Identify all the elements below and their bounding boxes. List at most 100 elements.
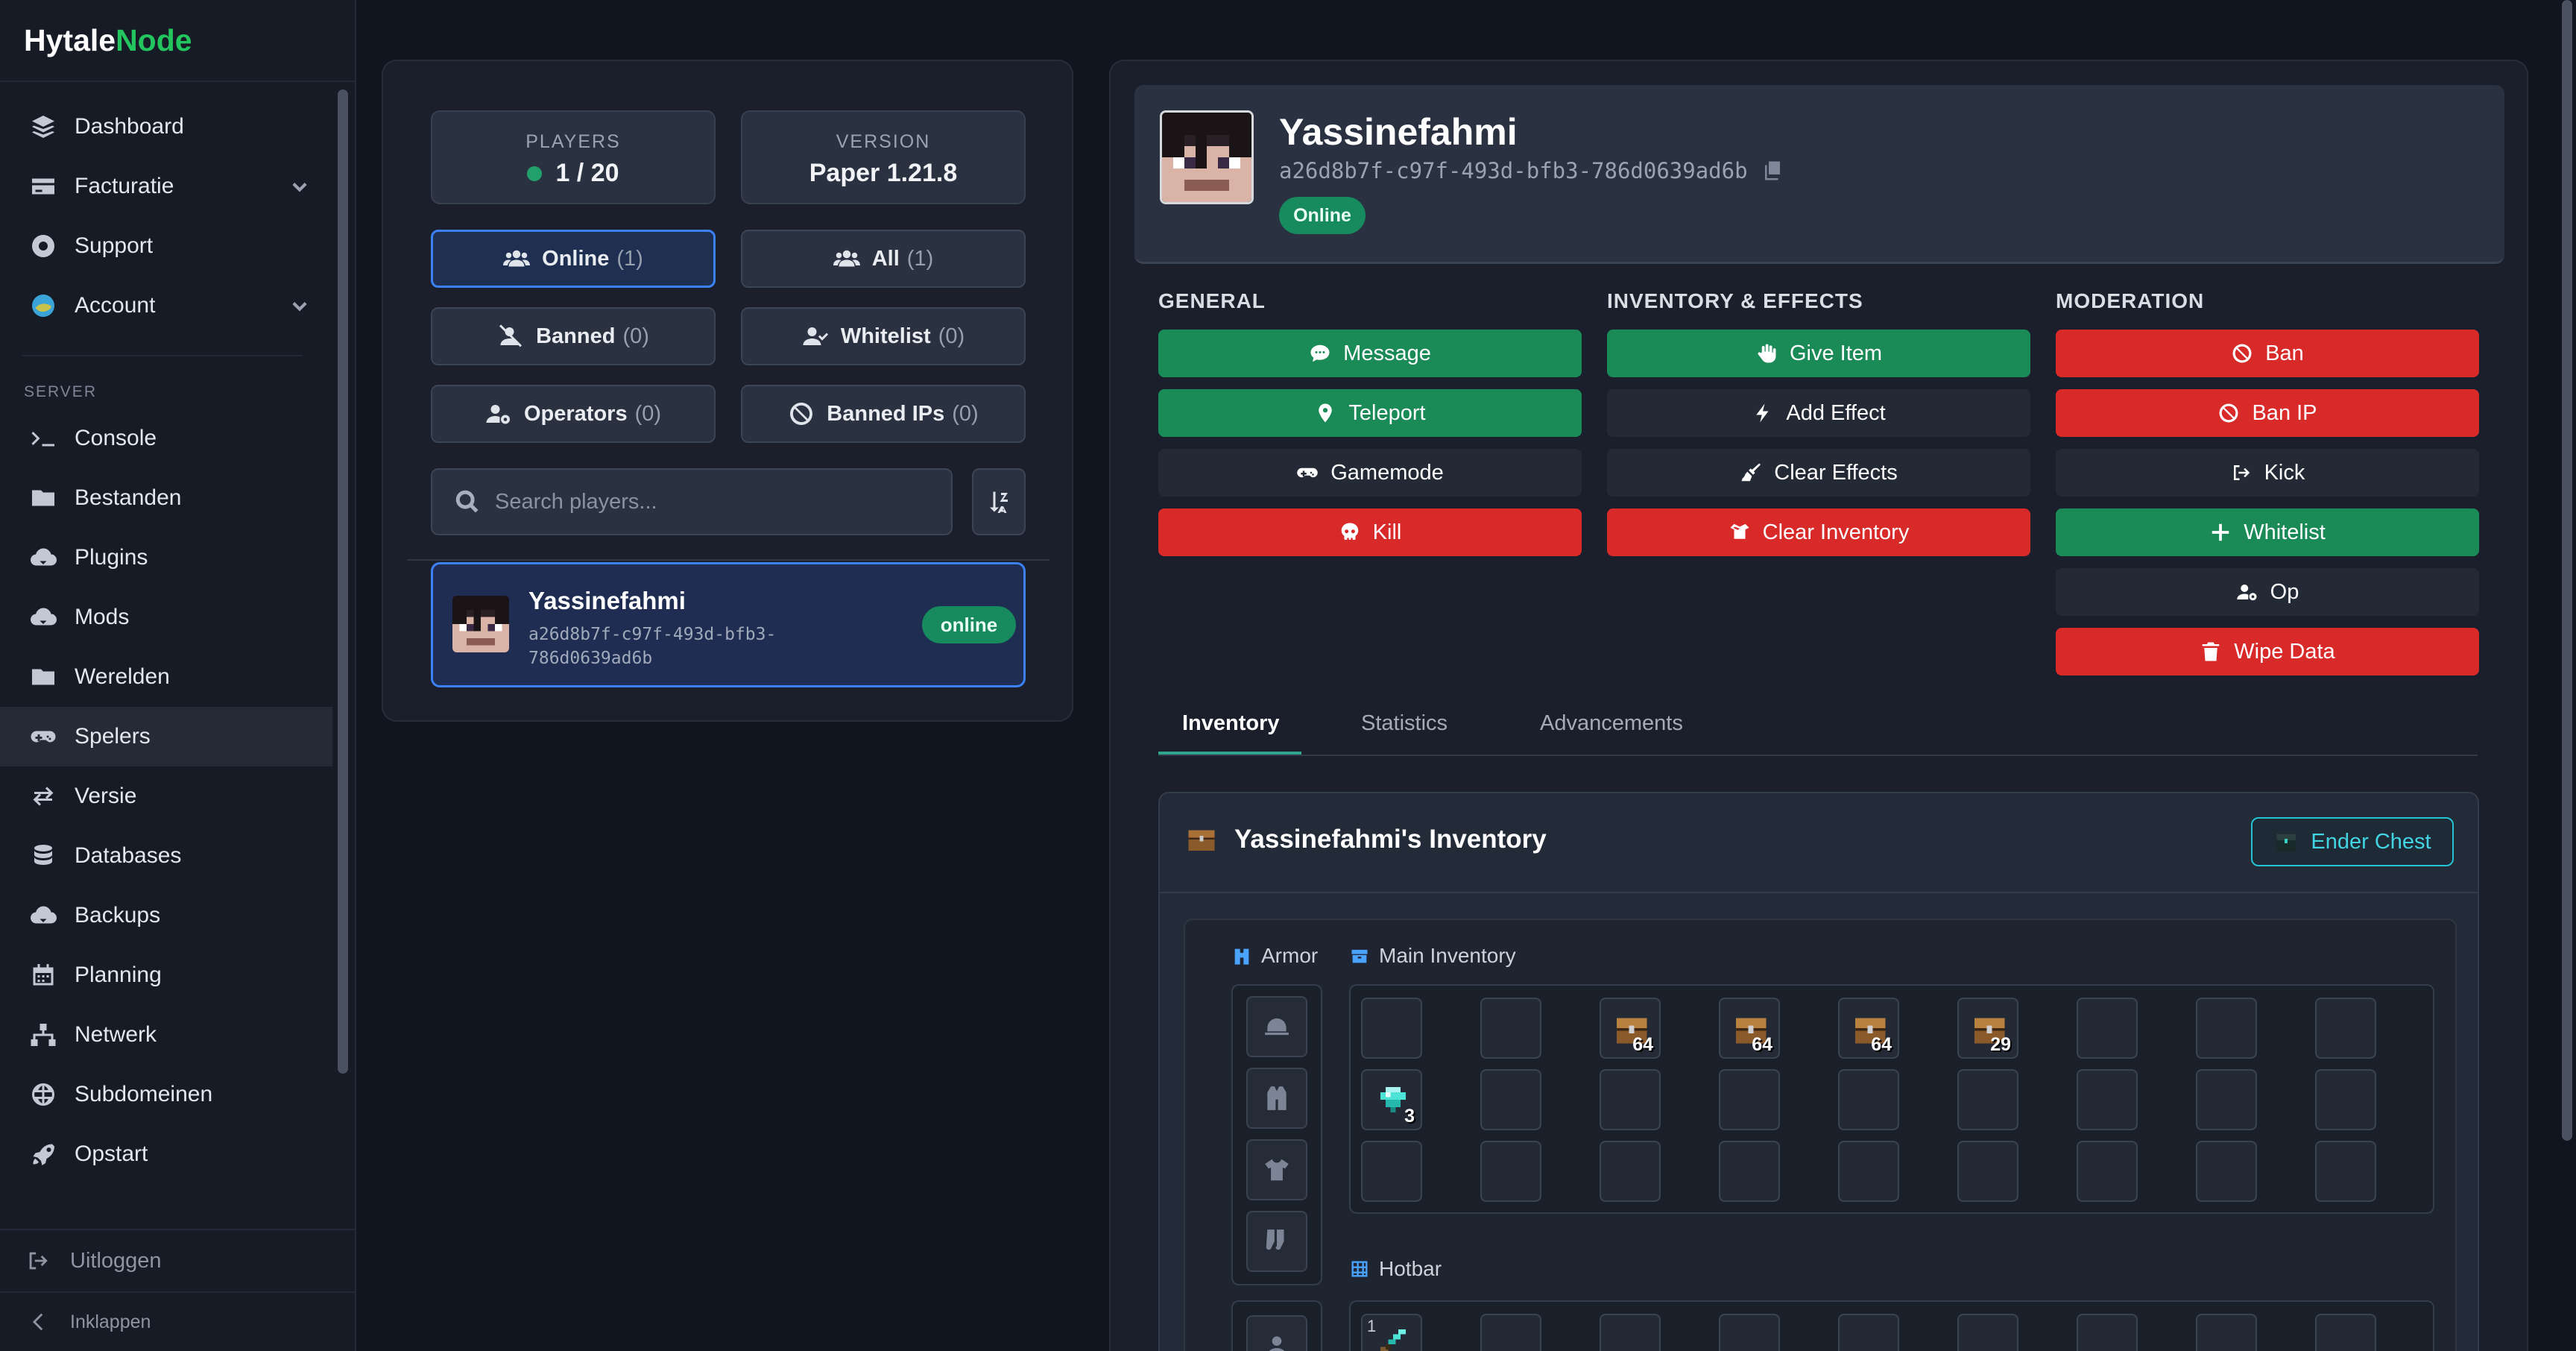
inventory-slot[interactable]: 3 xyxy=(1361,1069,1422,1130)
hotbar-slot[interactable]: 5 xyxy=(1838,1314,1899,1351)
wipe-data-button[interactable]: Wipe Data xyxy=(2056,628,2479,676)
filter-whitelist-button[interactable]: Whitelist (0) xyxy=(741,307,1026,365)
inventory-slot[interactable]: 64 xyxy=(1719,998,1780,1059)
logout-button[interactable]: Uitloggen xyxy=(0,1230,355,1291)
inventory-slot[interactable] xyxy=(1957,1141,2018,1202)
kick-button[interactable]: Kick xyxy=(2056,449,2479,497)
sidebar-item-planning[interactable]: Planning xyxy=(0,945,332,1005)
page-scrollbar-thumb[interactable] xyxy=(2562,0,2572,1141)
search-input[interactable] xyxy=(495,489,942,514)
chevron-down-icon[interactable] xyxy=(289,295,310,316)
inventory-slot[interactable]: 64 xyxy=(1838,998,1899,1059)
player-name: Yassinefahmi xyxy=(1279,111,1518,153)
teleport-button[interactable]: Teleport xyxy=(1158,389,1582,437)
inventory-slot[interactable]: 29 xyxy=(1957,998,2018,1059)
hotbar-slot[interactable]: 4 xyxy=(1719,1314,1780,1351)
sidebar-item-label: Subdomeinen xyxy=(75,1082,213,1106)
inventory-slot[interactable] xyxy=(1361,1141,1422,1202)
inventory-slot[interactable] xyxy=(2196,998,2257,1059)
tab-advancements[interactable]: Advancements xyxy=(1540,711,1683,736)
player-list-item[interactable]: Yassinefahmi a26d8b7f-c97f-493d-bfb3- 786… xyxy=(431,562,1026,687)
sidebar-item-backups[interactable]: Backups xyxy=(0,886,332,945)
chest-icon xyxy=(1188,830,1215,851)
sidebar-item-databases[interactable]: Databases xyxy=(0,826,332,886)
hotbar-slot[interactable]: 2 xyxy=(1480,1314,1541,1351)
filter-operators-button[interactable]: Operators (0) xyxy=(431,385,716,443)
sidebar-item-dashboard[interactable]: Dashboard xyxy=(0,97,332,157)
inventory-slot[interactable]: 64 xyxy=(1600,998,1661,1059)
sidebar-item-versie[interactable]: Versie xyxy=(0,766,332,826)
inventory-slot[interactable] xyxy=(2196,1141,2257,1202)
hotbar-slot[interactable]: 1 xyxy=(1361,1314,1422,1351)
inventory-slot[interactable] xyxy=(1600,1141,1661,1202)
collapse-sidebar-button[interactable]: Inklappen xyxy=(0,1291,355,1351)
op-button[interactable]: Op xyxy=(2056,568,2479,616)
filter-all-button[interactable]: All (1) xyxy=(741,230,1026,288)
chevron-down-icon[interactable] xyxy=(289,176,310,197)
gamemode-button[interactable]: Gamemode xyxy=(1158,449,1582,497)
hotbar-slot[interactable]: 6 xyxy=(1957,1314,2018,1351)
inventory-slot[interactable] xyxy=(2196,1069,2257,1130)
sidebar-item-support[interactable]: Support xyxy=(0,216,332,276)
sidebar: Hytale Node Dashboard Facturatie Support … xyxy=(0,0,356,1351)
give-item-button[interactable]: Give Item xyxy=(1607,330,2030,377)
sidebar-item-mods[interactable]: Mods xyxy=(0,588,332,647)
inventory-slot[interactable] xyxy=(2077,998,2138,1059)
helmet-slot[interactable] xyxy=(1246,996,1307,1057)
hotbar-slot[interactable]: 3 xyxy=(1600,1314,1661,1351)
clear-effects-button[interactable]: Clear Effects xyxy=(1607,449,2030,497)
tab-statistics[interactable]: Statistics xyxy=(1361,711,1448,736)
hotbar-slot[interactable]: 9 xyxy=(2315,1314,2376,1351)
offhand-slot[interactable] xyxy=(1246,1315,1307,1351)
inventory-slot[interactable] xyxy=(1361,998,1422,1059)
sidebar-item-netwerk[interactable]: Netwerk xyxy=(0,1005,332,1065)
ban-button[interactable]: Ban xyxy=(2056,330,2479,377)
filter-banned-ips-button[interactable]: Banned IPs (0) xyxy=(741,385,1026,443)
ban-ip-button[interactable]: Ban IP xyxy=(2056,389,2479,437)
boots-slot[interactable] xyxy=(1246,1211,1307,1272)
inventory-slot[interactable] xyxy=(1600,1069,1661,1130)
copy-icon[interactable] xyxy=(1761,160,1784,182)
hotbar-slot[interactable]: 8 xyxy=(2196,1314,2257,1351)
sidebar-item-subdomeinen[interactable]: Subdomeinen xyxy=(0,1065,332,1124)
inventory-slot[interactable] xyxy=(1838,1069,1899,1130)
sidebar-item-werelden[interactable]: Werelden xyxy=(0,647,332,707)
sidebar-item-account[interactable]: Account xyxy=(0,276,332,336)
sidebar-item-spelers[interactable]: Spelers xyxy=(0,707,332,766)
sidebar-item-console[interactable]: Console xyxy=(0,409,332,468)
sidebar-item-bestanden[interactable]: Bestanden xyxy=(0,468,332,528)
sidebar-item-plugins[interactable]: Plugins xyxy=(0,528,332,588)
sidebar-item-opstart[interactable]: Opstart xyxy=(0,1124,332,1184)
kill-button[interactable]: Kill xyxy=(1158,508,1582,556)
players-count-row: 1 / 20 xyxy=(432,159,714,188)
add-effect-button[interactable]: Add Effect xyxy=(1607,389,2030,437)
filter-banned-button[interactable]: Banned (0) xyxy=(431,307,716,365)
inventory-slot[interactable] xyxy=(1838,1141,1899,1202)
inventory-slot[interactable] xyxy=(1480,1141,1541,1202)
inventory-slot[interactable] xyxy=(2077,1141,2138,1202)
inventory-slot[interactable] xyxy=(1957,1069,2018,1130)
sort-button[interactable] xyxy=(972,468,1026,535)
inventory-slot[interactable] xyxy=(1719,1141,1780,1202)
chestplate-slot[interactable] xyxy=(1246,1068,1307,1129)
sidebar-item-facturatie[interactable]: Facturatie xyxy=(0,157,332,216)
filter-online-button[interactable]: Online (1) xyxy=(431,230,716,288)
leggings-slot[interactable] xyxy=(1246,1139,1307,1200)
brand-logo[interactable]: Hytale Node xyxy=(0,0,355,82)
inventory-slot[interactable] xyxy=(1480,1069,1541,1130)
inventory-slot[interactable] xyxy=(2077,1069,2138,1130)
sidebar-scrollbar[interactable] xyxy=(338,89,348,1074)
hotbar-slot[interactable]: 7 xyxy=(2077,1314,2138,1351)
page-scrollbar[interactable] xyxy=(2558,0,2576,1351)
clear-inventory-button[interactable]: Clear Inventory xyxy=(1607,508,2030,556)
inventory-slot[interactable] xyxy=(1719,1069,1780,1130)
inventory-slot[interactable] xyxy=(2315,998,2376,1059)
inventory-slot[interactable] xyxy=(2315,1069,2376,1130)
inventory-slot[interactable] xyxy=(2315,1141,2376,1202)
inventory-slot[interactable] xyxy=(1480,998,1541,1059)
players-count-value: 1 / 20 xyxy=(555,159,619,187)
tab-inventory[interactable]: Inventory xyxy=(1182,711,1280,736)
ender-chest-button[interactable]: Ender Chest xyxy=(2251,817,2454,866)
whitelist-button[interactable]: Whitelist xyxy=(2056,508,2479,556)
message-button[interactable]: Message xyxy=(1158,330,1582,377)
